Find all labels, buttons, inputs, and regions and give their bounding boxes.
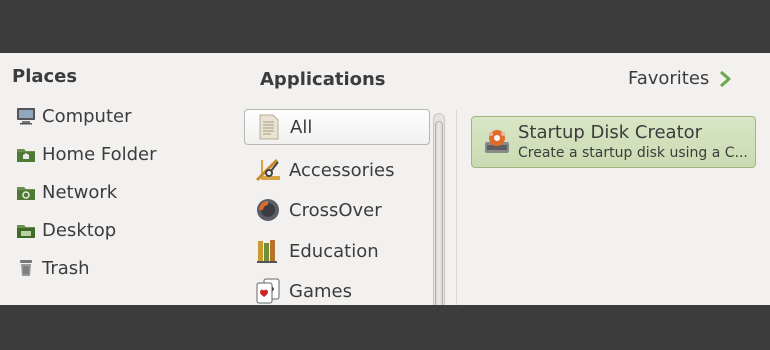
crossover-icon	[255, 197, 281, 223]
place-label: Trash	[42, 257, 90, 279]
category-all[interactable]: All	[244, 109, 430, 145]
app-name: Startup Disk Creator	[518, 122, 703, 143]
startup-disk-creator-icon	[482, 127, 512, 157]
home-folder-icon	[16, 144, 36, 164]
app-result-startup-disk-creator[interactable]: Startup Disk Creator Create a startup di…	[471, 116, 756, 168]
computer-icon	[16, 106, 36, 126]
category-crossover[interactable]: CrossOver	[244, 192, 430, 228]
places-heading: Places	[12, 66, 78, 87]
favorites-button[interactable]: Favorites	[628, 68, 733, 89]
games-cards-icon	[255, 278, 281, 304]
place-label: Network	[42, 181, 118, 203]
favorites-label: Favorites	[628, 68, 710, 89]
place-item-desktop[interactable]: Desktop	[16, 216, 116, 244]
category-education[interactable]: Education	[244, 233, 430, 269]
place-label: Computer	[42, 105, 132, 127]
place-label: Desktop	[42, 219, 117, 241]
education-icon	[255, 238, 281, 264]
chevron-right-icon	[719, 70, 733, 88]
menu-panel: Places Computer Home Folder Network Desk…	[0, 53, 770, 305]
app-description: Create a startup disk using a C...	[518, 145, 748, 161]
place-item-trash[interactable]: Trash	[16, 254, 90, 282]
accessories-icon	[255, 157, 281, 183]
pane-divider	[456, 110, 457, 305]
category-label: CrossOver	[289, 199, 382, 221]
category-label: All	[290, 116, 313, 138]
categories-scrollbar[interactable]	[432, 113, 446, 305]
network-folder-icon	[16, 182, 36, 202]
scrollbar-thumb[interactable]	[435, 121, 443, 305]
place-item-home-folder[interactable]: Home Folder	[16, 140, 157, 168]
category-games[interactable]: Games	[244, 273, 430, 305]
trash-icon	[16, 258, 36, 278]
place-item-computer[interactable]: Computer	[16, 102, 131, 130]
category-accessories[interactable]: Accessories	[244, 152, 430, 188]
place-label: Home Folder	[42, 143, 157, 165]
category-label: Accessories	[289, 159, 395, 181]
applications-heading: Applications	[260, 69, 386, 90]
all-document-icon	[256, 114, 282, 140]
desktop-folder-icon	[16, 220, 36, 240]
category-label: Games	[289, 280, 352, 302]
place-item-network[interactable]: Network	[16, 178, 117, 206]
category-label: Education	[289, 240, 379, 262]
